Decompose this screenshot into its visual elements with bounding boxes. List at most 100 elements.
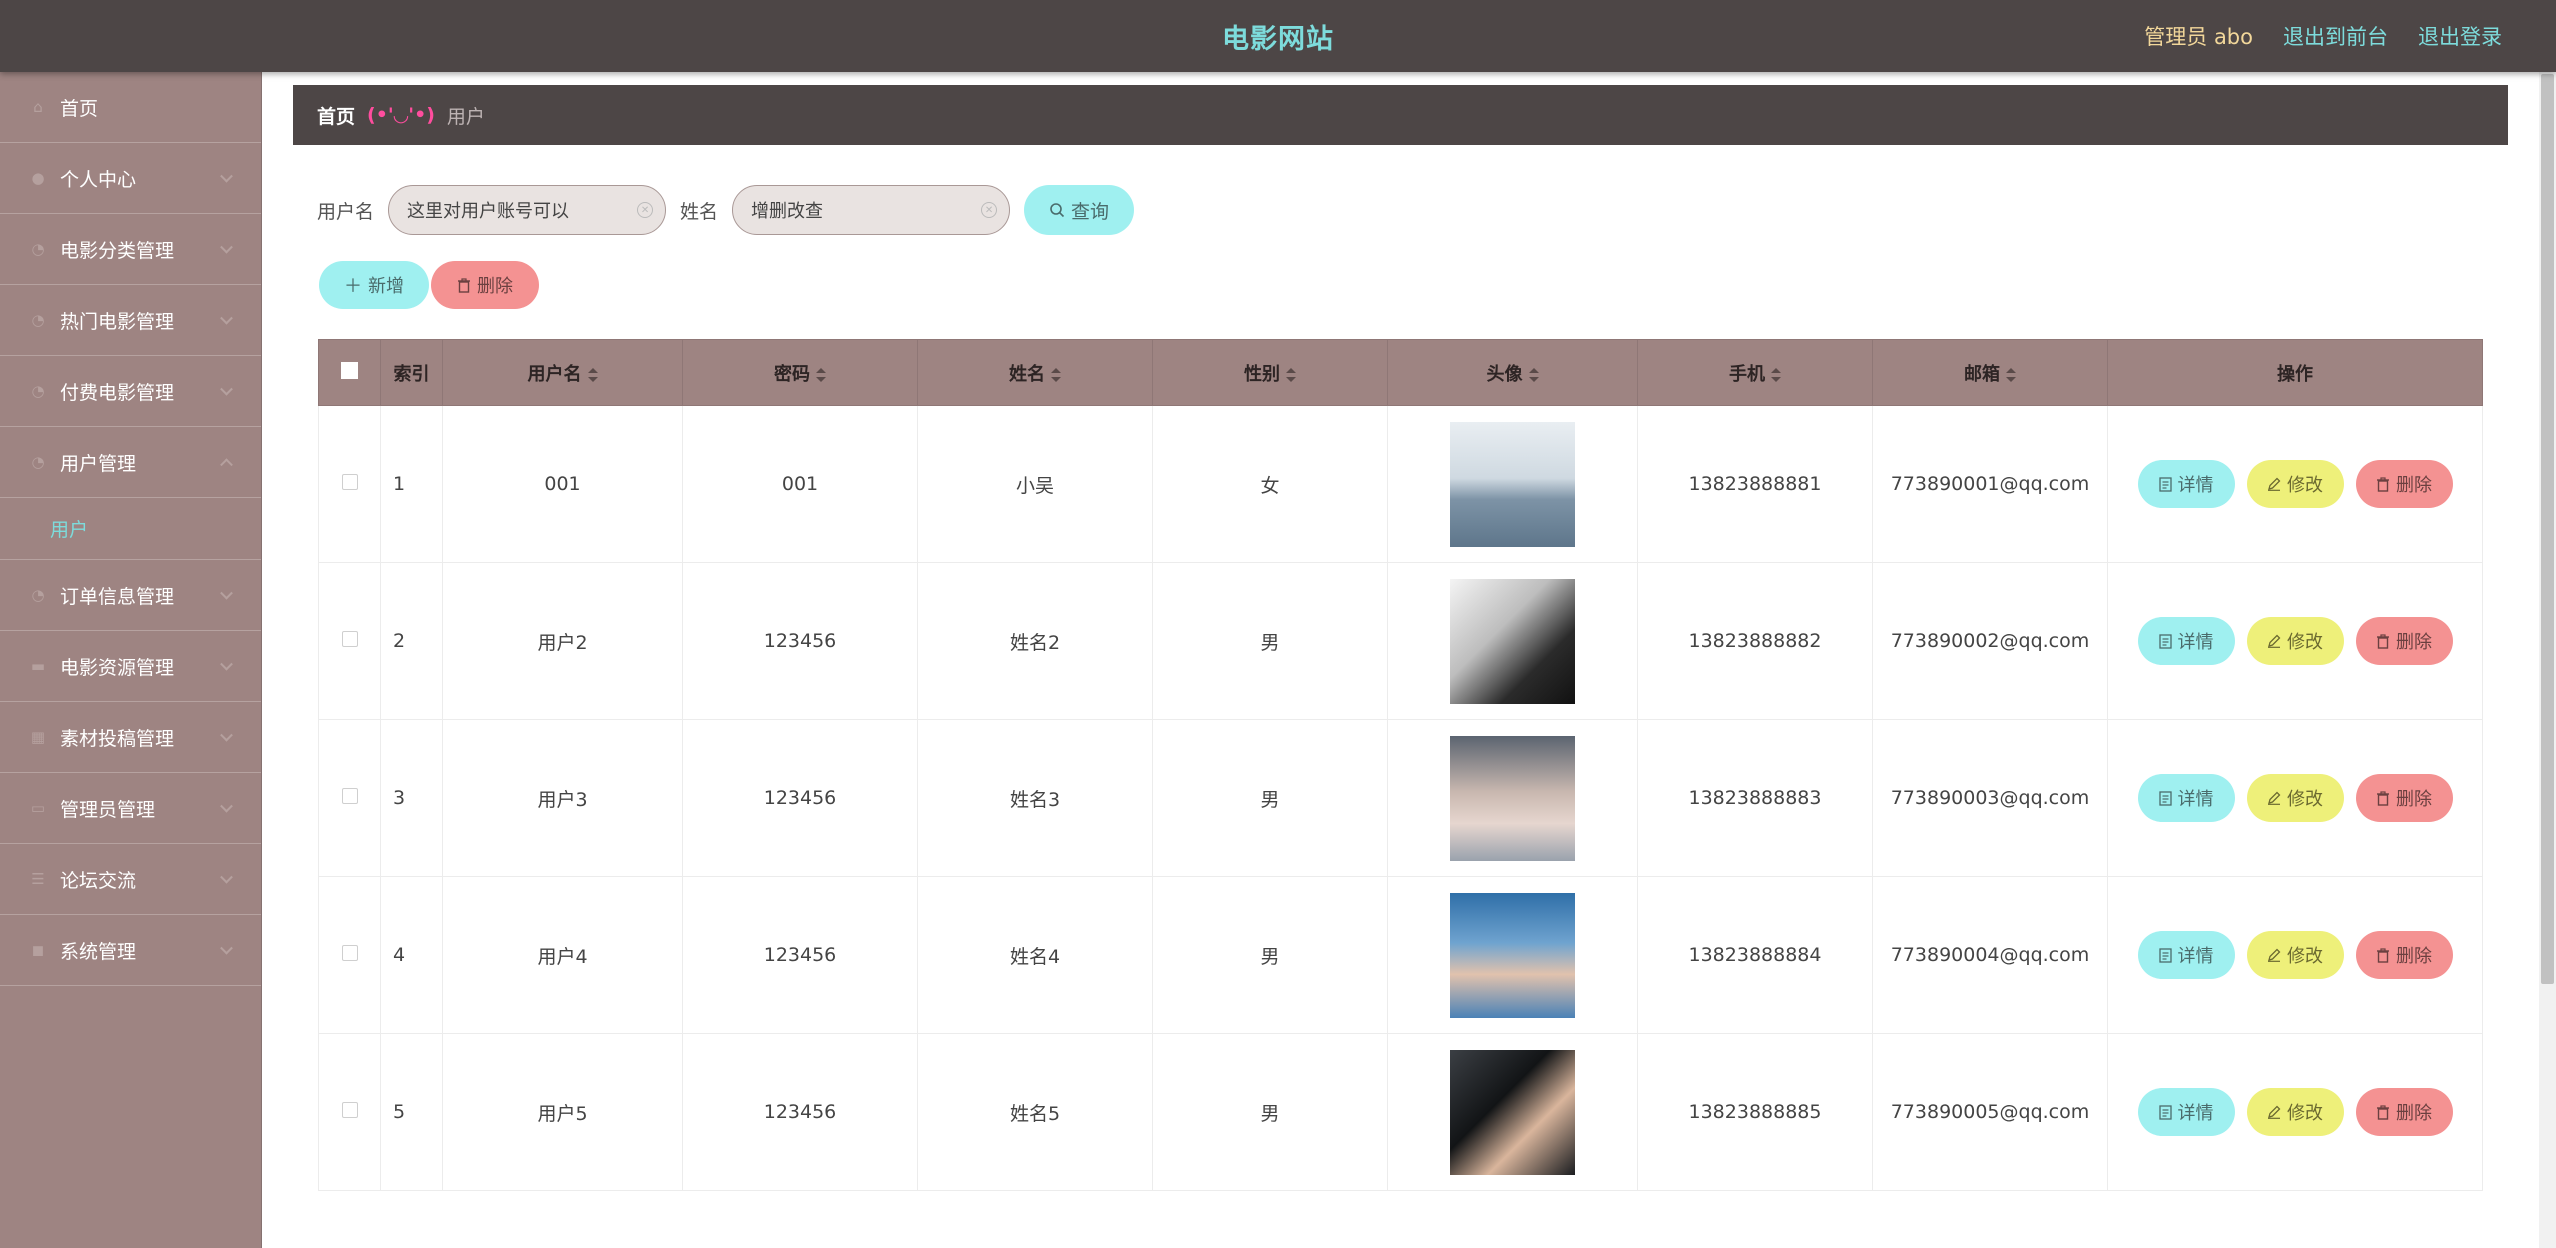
sidebar-item-user-management[interactable]: ◔ 用户管理: [0, 427, 261, 498]
sort-icon[interactable]: [1528, 367, 1539, 382]
breadcrumb-home[interactable]: 首页: [317, 102, 355, 129]
select-all-checkbox[interactable]: [341, 361, 358, 379]
column-header-password[interactable]: 密码: [682, 339, 918, 406]
username-search-input[interactable]: [407, 199, 628, 221]
sidebar-item-personal-center[interactable]: ● 个人中心: [0, 143, 261, 214]
row-checkbox[interactable]: [341, 1102, 358, 1118]
chevron-down-icon: [220, 586, 233, 600]
edit-button[interactable]: 修改: [2246, 617, 2344, 665]
sidebar-item-hot-movies[interactable]: ◔ 热门电影管理: [0, 285, 261, 356]
sidebar-item-admins[interactable]: ▭ 管理员管理: [0, 773, 261, 844]
sidebar-item-label: 电影分类管理: [60, 239, 175, 262]
column-header-gender[interactable]: 性别: [1152, 339, 1388, 406]
chevron-down-icon: [220, 311, 233, 325]
user-icon: ●: [31, 169, 45, 187]
sidebar-item-label: 付费电影管理: [60, 381, 175, 404]
detail-button[interactable]: 详情: [2137, 774, 2235, 822]
cell-actions: 详情 修改 删除: [2107, 876, 2483, 1034]
page-scrollbar[interactable]: [2539, 72, 2556, 1248]
cell-actions: 详情 修改 删除: [2107, 405, 2483, 563]
name-label: 姓名: [680, 200, 719, 223]
row-checkbox[interactable]: [341, 945, 358, 961]
menu-icon: ☰: [31, 870, 45, 888]
row-checkbox[interactable]: [341, 474, 358, 490]
sort-icon[interactable]: [1051, 367, 1061, 382]
chevron-up-icon: [220, 458, 233, 472]
row-delete-button[interactable]: 删除: [2355, 1088, 2453, 1136]
sort-icon[interactable]: [587, 367, 598, 382]
search-bar: 用户名 ✕ 姓名 ✕ 查询: [317, 185, 1135, 235]
list-icon: ◔: [31, 311, 45, 329]
detail-button[interactable]: 详情: [2137, 1088, 2235, 1136]
cell-index: 1: [380, 405, 443, 563]
name-search-field[interactable]: ✕: [732, 185, 1011, 235]
edit-button[interactable]: 修改: [2246, 774, 2344, 822]
sidebar-item-system[interactable]: ◼ 系统管理: [0, 915, 261, 986]
table-row: 2 用户2 123456 姓名2 男 13823888882 773890002…: [318, 562, 2483, 720]
sidebar-subitem-users[interactable]: 用户: [0, 498, 261, 560]
cell-username: 用户5: [442, 1033, 683, 1191]
sort-icon[interactable]: [1771, 367, 1781, 382]
edit-button[interactable]: 修改: [2246, 460, 2344, 508]
add-button[interactable]: ＋ 新增: [319, 261, 429, 309]
cell-gender: 男: [1152, 876, 1388, 1034]
row-delete-button[interactable]: 删除: [2355, 460, 2453, 508]
list-icon: ◔: [31, 382, 45, 400]
document-icon: [2158, 1104, 2172, 1120]
list-icon: ◔: [31, 240, 45, 258]
chevron-down-icon: [220, 728, 233, 742]
column-header-email[interactable]: 邮箱: [1872, 339, 2108, 406]
select-all-cell: [318, 339, 381, 406]
sidebar-item-label: 订单信息管理: [60, 585, 175, 608]
chevron-down-icon: [220, 657, 233, 671]
row-delete-button[interactable]: 删除: [2355, 774, 2453, 822]
username-search-field[interactable]: ✕: [388, 185, 667, 235]
sidebar-item-movie-resources[interactable]: ▬ 电影资源管理: [0, 631, 261, 702]
edit-button[interactable]: 修改: [2246, 1088, 2344, 1136]
sidebar-item-orders[interactable]: ◔ 订单信息管理: [0, 560, 261, 631]
clear-icon[interactable]: ✕: [637, 202, 654, 218]
clear-icon[interactable]: ✕: [981, 202, 998, 218]
list-icon: ▭: [30, 799, 46, 817]
sidebar-item-paid-movies[interactable]: ◔ 付费电影管理: [0, 356, 261, 427]
row-delete-button[interactable]: 删除: [2355, 617, 2453, 665]
list-icon: ▬: [30, 657, 46, 675]
document-icon: [2158, 790, 2172, 806]
column-header-username[interactable]: 用户名: [442, 339, 683, 406]
cell-avatar: [1387, 719, 1638, 877]
admin-label: 管理员 abo: [2144, 25, 2253, 49]
column-header-phone[interactable]: 手机: [1637, 339, 1873, 406]
sort-icon[interactable]: [2006, 367, 2016, 382]
column-header-name[interactable]: 姓名: [917, 339, 1153, 406]
sort-icon[interactable]: [816, 367, 826, 382]
cell-index: 4: [380, 876, 443, 1034]
cell-actions: 详情 修改 删除: [2107, 1033, 2483, 1191]
sort-icon[interactable]: [1286, 367, 1296, 382]
chevron-down-icon: [220, 169, 233, 183]
cell-avatar: [1387, 876, 1638, 1034]
sidebar-item-home[interactable]: ⌂ 首页: [0, 72, 261, 143]
sidebar-item-submissions[interactable]: ▦ 素材投稿管理: [0, 702, 261, 773]
detail-button[interactable]: 详情: [2137, 460, 2235, 508]
detail-button[interactable]: 详情: [2137, 931, 2235, 979]
sidebar-item-forum[interactable]: ☰ 论坛交流: [0, 844, 261, 915]
back-to-front-link[interactable]: 退出到前台: [2283, 21, 2388, 51]
detail-button[interactable]: 详情: [2137, 617, 2235, 665]
cell-actions: 详情 修改 删除: [2107, 562, 2483, 720]
column-header-actions: 操作: [2107, 339, 2483, 406]
name-search-input[interactable]: [751, 199, 972, 221]
column-header-avatar[interactable]: 头像: [1387, 339, 1638, 406]
row-checkbox[interactable]: [341, 631, 358, 647]
pencil-icon: [2268, 477, 2281, 491]
sidebar-item-movie-category[interactable]: ◔ 电影分类管理: [0, 214, 261, 285]
row-delete-button[interactable]: 删除: [2355, 931, 2453, 979]
edit-button[interactable]: 修改: [2246, 931, 2344, 979]
batch-delete-button[interactable]: 删除: [431, 261, 539, 309]
scrollbar-thumb[interactable]: [2541, 74, 2554, 984]
query-button[interactable]: 查询: [1024, 185, 1135, 235]
cell-phone: 13823888885: [1637, 1033, 1873, 1191]
logout-link[interactable]: 退出登录: [2418, 21, 2502, 51]
row-checkbox[interactable]: [341, 788, 358, 804]
trash-icon: [2377, 790, 2389, 806]
cell-index: 2: [380, 562, 443, 720]
